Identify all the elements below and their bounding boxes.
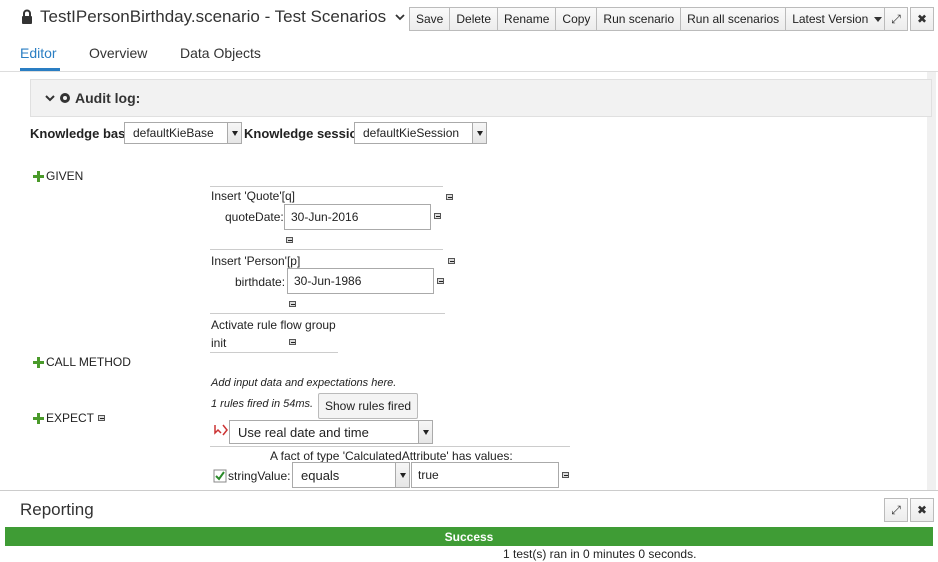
- remove-icon[interactable]: [289, 301, 296, 307]
- add-icon[interactable]: [33, 412, 44, 424]
- date-mode-select[interactable]: Use real date and time: [229, 420, 433, 444]
- run-all-scenarios-button[interactable]: Run all scenarios: [680, 7, 787, 31]
- chevron-down-icon[interactable]: [394, 11, 406, 23]
- fact-type-header: A fact of type 'CalculatedAttribute' has…: [270, 449, 513, 463]
- divider: [210, 352, 338, 353]
- page-title: TestIPersonBirthday.scenario - Test Scen…: [20, 7, 406, 27]
- call-method-section-header[interactable]: CALL METHOD: [33, 355, 131, 369]
- expect-label: EXPECT: [46, 411, 95, 425]
- reporting-panel: [0, 490, 938, 562]
- delete-button[interactable]: Delete: [449, 7, 499, 31]
- add-icon[interactable]: [33, 170, 44, 182]
- remove-icon[interactable]: [562, 472, 569, 478]
- tab-bar: Editor Overview Data Objects: [0, 35, 938, 72]
- rename-button[interactable]: Rename: [497, 7, 557, 31]
- insert-person-header: Insert 'Person'[p]: [211, 254, 301, 268]
- chevron-down-icon[interactable]: [45, 93, 55, 103]
- tab-data-objects[interactable]: Data Objects: [180, 45, 261, 61]
- expected-value-input[interactable]: true: [411, 462, 559, 488]
- date-mode-value: Use real date and time: [238, 424, 369, 440]
- success-bar: Success: [5, 527, 933, 546]
- expect-section-header[interactable]: EXPECT: [33, 411, 106, 425]
- reporting-controls: ⤢ ✖: [884, 498, 934, 522]
- remove-icon[interactable]: [434, 213, 441, 219]
- knowledge-session-select[interactable]: defaultKieSession: [354, 122, 487, 144]
- given-label: GIVEN: [46, 169, 84, 183]
- remove-icon[interactable]: [289, 339, 296, 345]
- activate-rule-flow-label: Activate rule flow group: [211, 318, 336, 332]
- knowledge-base-label: Knowledge base: [30, 126, 133, 141]
- tab-editor[interactable]: Editor: [20, 45, 57, 61]
- remove-icon[interactable]: [437, 278, 444, 284]
- date-config-icon: [214, 424, 228, 436]
- string-value-label: stringValue:: [228, 469, 291, 483]
- dropdown-arrow-icon: [395, 463, 409, 487]
- divider: [210, 446, 570, 447]
- expand-icon[interactable]: ⤢: [884, 7, 908, 31]
- run-scenario-button[interactable]: Run scenario: [596, 7, 682, 31]
- rule-flow-group-value: init: [211, 336, 227, 350]
- tab-overview[interactable]: Overview: [89, 45, 147, 61]
- audit-log-panel[interactable]: Audit log:: [30, 79, 932, 117]
- add-data-hint: Add input data and expectations here.: [211, 377, 397, 389]
- checkbox-icon[interactable]: [213, 469, 227, 483]
- gear-icon: [60, 93, 70, 103]
- active-tab-indicator: [20, 68, 60, 71]
- show-rules-fired-button[interactable]: Show rules fired: [318, 393, 419, 419]
- knowledge-session-label: Knowledge session: [244, 126, 366, 141]
- knowledge-session-value: defaultKieSession: [363, 126, 460, 140]
- quote-date-input[interactable]: 30-Jun-2016: [284, 204, 431, 230]
- dropdown-arrow-icon: [227, 123, 241, 143]
- window-controls: ⤢ ✖: [884, 7, 934, 31]
- divider: [210, 186, 443, 187]
- birthdate-input[interactable]: 30-Jun-1986: [287, 268, 434, 294]
- remove-icon[interactable]: [98, 415, 106, 421]
- remove-icon[interactable]: [448, 258, 455, 264]
- remove-icon[interactable]: [286, 237, 293, 243]
- birthdate-label: birthdate:: [235, 275, 286, 289]
- given-section-header[interactable]: GIVEN: [33, 169, 83, 183]
- status-label: Success: [444, 529, 494, 544]
- copy-button[interactable]: Copy: [555, 7, 598, 31]
- knowledge-base-value: defaultKieBase: [133, 126, 214, 140]
- knowledge-base-select[interactable]: defaultKieBase: [124, 122, 242, 144]
- close-icon[interactable]: ✖: [910, 498, 934, 522]
- divider: [210, 313, 445, 314]
- scrollbar[interactable]: [927, 72, 936, 492]
- remove-icon[interactable]: [446, 194, 453, 200]
- operator-value: equals: [301, 467, 340, 483]
- dropdown-arrow-icon: [418, 421, 432, 443]
- lock-icon: [22, 9, 32, 24]
- insert-quote-header: Insert 'Quote'[q]: [211, 189, 295, 203]
- test-summary: 1 test(s) ran in 0 minutes 0 seconds.: [503, 547, 697, 561]
- quote-date-label: quoteDate:: [225, 210, 284, 224]
- title-text: TestIPersonBirthday.scenario - Test Scen…: [40, 7, 387, 26]
- add-icon[interactable]: [33, 356, 44, 368]
- divider: [210, 249, 443, 250]
- call-method-label: CALL METHOD: [46, 355, 131, 369]
- dropdown-arrow-icon: [472, 123, 486, 143]
- close-icon[interactable]: ✖: [910, 7, 934, 31]
- operator-select[interactable]: equals: [292, 462, 410, 488]
- audit-log-label: Audit log:: [75, 90, 141, 106]
- latest-version-dropdown[interactable]: Latest Version: [785, 7, 890, 31]
- rules-fired-text: 1 rules fired in 54ms.: [211, 398, 314, 410]
- toolbar: Save Delete Rename Copy Run scenario Run…: [409, 7, 890, 31]
- expand-icon[interactable]: ⤢: [884, 498, 908, 522]
- reporting-title: Reporting: [20, 500, 94, 519]
- save-button[interactable]: Save: [409, 7, 451, 31]
